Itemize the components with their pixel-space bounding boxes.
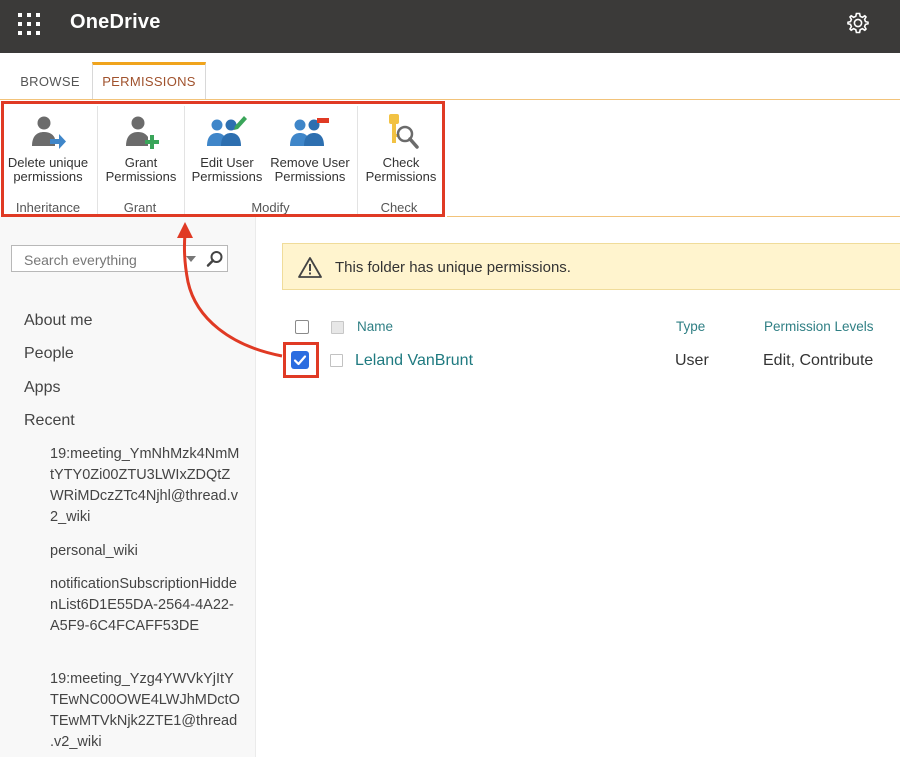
- column-header-permission-levels[interactable]: Permission Levels: [764, 319, 874, 334]
- row-checkbox[interactable]: [291, 351, 309, 369]
- ribbon-tabs: BROWSE PERMISSIONS: [0, 53, 900, 102]
- search-box[interactable]: Search everything: [11, 245, 228, 272]
- user-permission-levels: Edit, Contribute: [763, 352, 874, 369]
- user-type-icon: [330, 354, 343, 367]
- user-name-link[interactable]: Leland VanBrunt: [355, 352, 473, 370]
- search-input[interactable]: Search everything: [24, 252, 137, 268]
- warning-icon: [298, 257, 322, 278]
- search-icon[interactable]: [206, 250, 224, 268]
- select-all-checkbox[interactable]: [295, 320, 309, 334]
- ribbon-highlight-callout: [1, 101, 445, 217]
- app-title[interactable]: OneDrive: [70, 11, 161, 34]
- nav-item-recent[interactable]: Recent: [24, 412, 75, 430]
- file-type-icon: [331, 321, 344, 334]
- recent-item[interactable]: personal_wiki: [50, 541, 240, 562]
- tab-permissions[interactable]: PERMISSIONS: [92, 62, 206, 102]
- gear-icon[interactable]: [845, 10, 871, 36]
- checkmark-icon: [293, 355, 307, 366]
- suite-bar: OneDrive: [0, 0, 900, 53]
- left-nav-border: [255, 217, 256, 757]
- user-type: User: [675, 352, 709, 369]
- column-header-name[interactable]: Name: [357, 319, 393, 334]
- recent-item[interactable]: notificationSubscriptionHiddenList6D1E55…: [50, 574, 240, 637]
- chevron-down-icon[interactable]: [186, 256, 196, 262]
- nav-item-about-me[interactable]: About me: [24, 312, 92, 330]
- recent-item[interactable]: 19:meeting_Yzg4YWVkYjItYTEwNC00OWE4LWJhM…: [50, 669, 240, 753]
- column-header-type[interactable]: Type: [676, 319, 705, 334]
- recent-item[interactable]: 19:meeting_YmNhMzk4NmMtYTY0Zi00ZTU3LWIxZ…: [50, 444, 240, 528]
- unique-permissions-alert: This folder has unique permissions.: [282, 243, 900, 290]
- nav-item-people[interactable]: People: [24, 345, 74, 363]
- tab-browse[interactable]: BROWSE: [14, 65, 86, 99]
- alert-text: This folder has unique permissions.: [335, 259, 571, 276]
- nav-item-apps[interactable]: Apps: [24, 379, 60, 397]
- ribbon-divider: [447, 216, 900, 217]
- app-launcher-icon[interactable]: [18, 13, 40, 35]
